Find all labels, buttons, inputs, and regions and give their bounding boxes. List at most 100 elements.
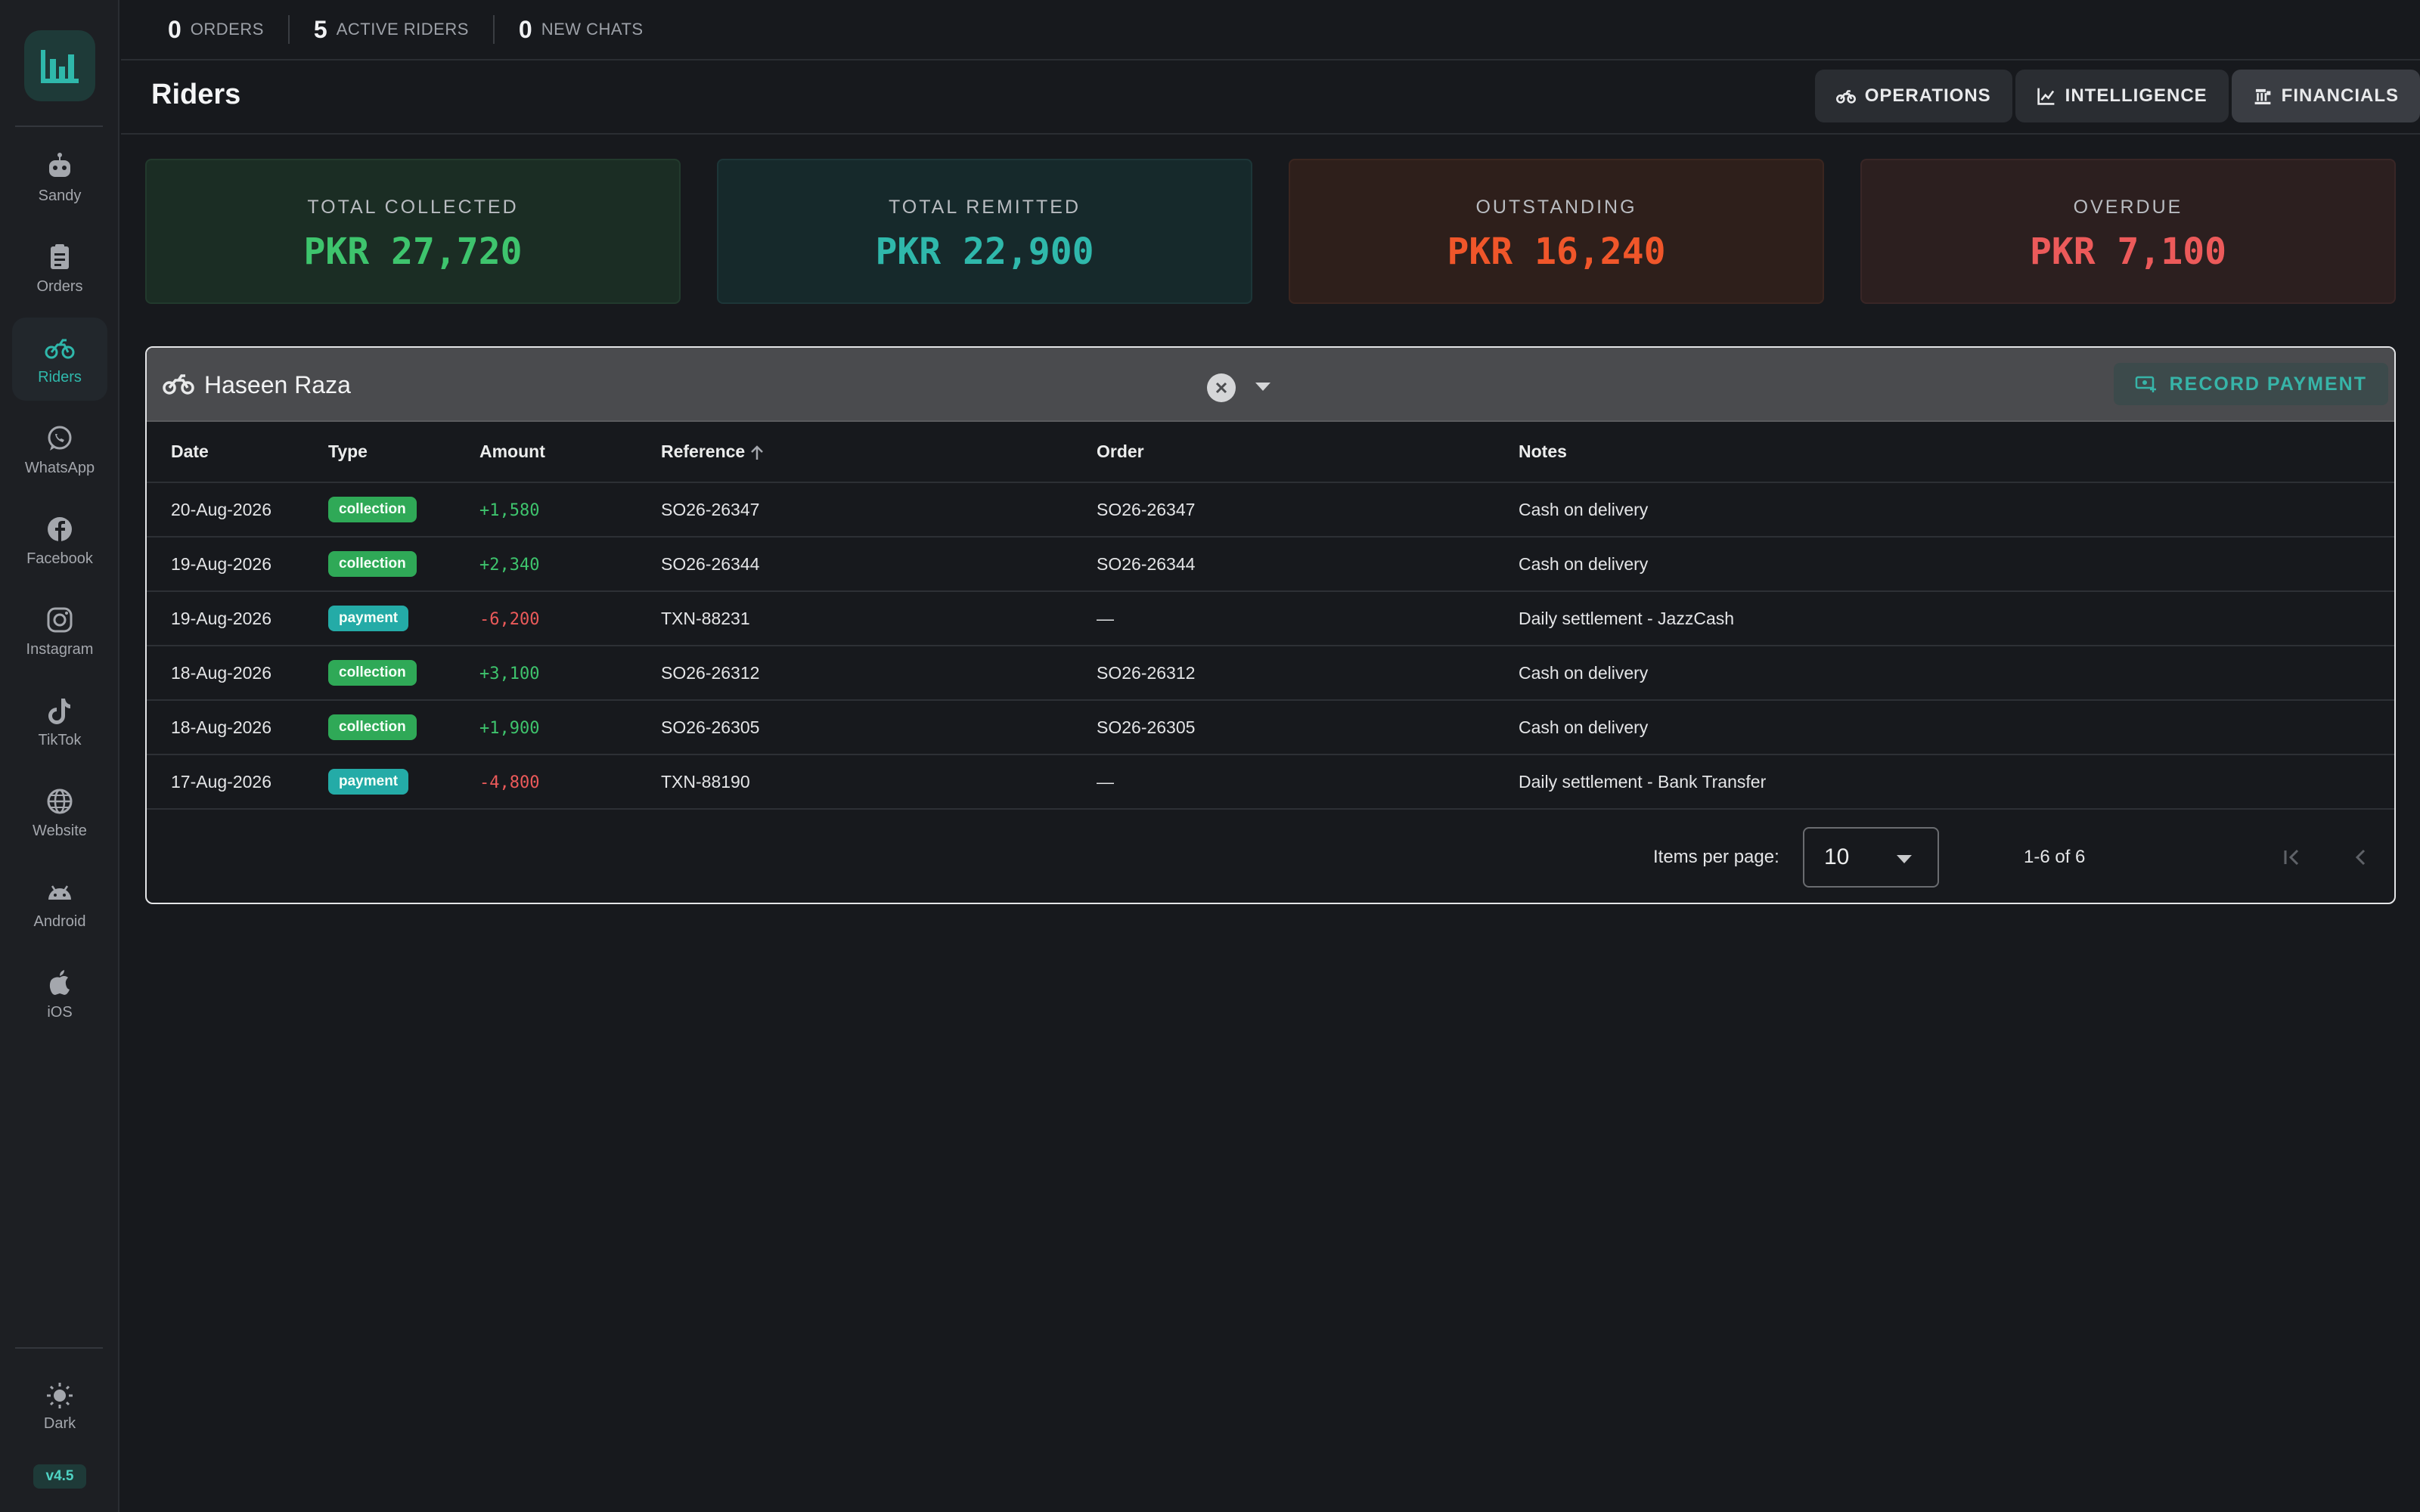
sidebar-item-label: WhatsApp xyxy=(24,459,95,476)
amount-value: -6,200 xyxy=(479,609,540,629)
sidebar-item-label: Website xyxy=(33,822,87,839)
table-row[interactable]: 18-Aug-2026 collection +1,900 SO26-26305… xyxy=(147,700,2394,755)
rider-search-input[interactable] xyxy=(204,367,1263,402)
motorbike-icon xyxy=(1835,90,1856,104)
table-row[interactable]: 19-Aug-2026 payment -6,200 TXN-88231 — D… xyxy=(147,591,2394,646)
cell-type: collection xyxy=(328,700,479,755)
table-row[interactable]: 20-Aug-2026 collection +1,580 SO26-26347… xyxy=(147,482,2394,538)
sidebar-item-sandy[interactable]: Sandy xyxy=(12,136,107,219)
rider-dropdown-toggle[interactable] xyxy=(1255,383,1270,391)
cell-amount: -6,200 xyxy=(479,591,661,646)
cell-type: payment xyxy=(328,591,479,646)
cell-type: payment xyxy=(328,754,479,810)
table-row[interactable]: 18-Aug-2026 collection +3,100 SO26-26312… xyxy=(147,646,2394,701)
tab-operations[interactable]: OPERATIONS xyxy=(1814,70,2012,122)
version-badge: v4.5 xyxy=(33,1464,86,1489)
summary-card-total-collected: TOTAL COLLECTED PKR 27,720 xyxy=(145,159,681,304)
sidebar-item-label: Facebook xyxy=(26,550,93,567)
cell-order: SO26-26305 xyxy=(1097,700,1519,755)
theme-toggle[interactable]: Dark xyxy=(12,1372,107,1440)
column-header-label: Reference xyxy=(661,442,746,461)
sidebar-item-riders[interactable]: Riders xyxy=(12,318,107,401)
record-payment-button[interactable]: RECORD PAYMENT xyxy=(2113,363,2388,405)
sidebar-item-label: iOS xyxy=(47,1003,73,1021)
column-header-notes[interactable]: Notes xyxy=(1519,422,2394,483)
table-header-row: Date Type Amount Reference Order Notes xyxy=(147,422,2394,483)
previous-page-button[interactable] xyxy=(2343,839,2379,875)
table-paginator: Items per page: 10 1-6 of 6 xyxy=(147,810,2394,903)
table-row[interactable]: 19-Aug-2026 collection +2,340 SO26-26344… xyxy=(147,537,2394,592)
stat-value: 5 xyxy=(313,15,327,43)
sidebar-item-ios[interactable]: iOS xyxy=(12,953,107,1036)
sidebar-item-orders[interactable]: Orders xyxy=(12,227,107,310)
stat-value: 0 xyxy=(518,15,532,43)
record-payment-label: RECORD PAYMENT xyxy=(2169,373,2367,395)
sidebar-item-facebook[interactable]: Facebook xyxy=(12,499,107,582)
type-badge: payment xyxy=(328,769,409,795)
first-page-icon xyxy=(2284,849,2299,866)
rider-selector: RECORD PAYMENT xyxy=(147,348,2394,422)
app-logo[interactable] xyxy=(24,30,95,101)
tab-label: INTELLIGENCE xyxy=(2065,85,2207,106)
ledger-table: Date Type Amount Reference Order Notes 2… xyxy=(147,422,2394,810)
cell-order: — xyxy=(1097,754,1519,810)
line-chart-icon xyxy=(2037,88,2055,105)
tab-label: FINANCIALS xyxy=(2281,85,2399,106)
bar-chart-icon xyxy=(41,50,79,83)
cell-date: 19-Aug-2026 xyxy=(147,591,328,646)
chevron-left-icon xyxy=(2355,849,2366,866)
summary-card-outstanding: OUTSTANDING PKR 16,240 xyxy=(1289,159,1824,304)
type-badge: collection xyxy=(328,660,417,686)
sidebar-item-android[interactable]: Android xyxy=(12,862,107,945)
sidebar-item-label: TikTok xyxy=(38,731,82,748)
column-header-type[interactable]: Type xyxy=(328,422,479,483)
card-value: PKR 22,900 xyxy=(875,231,1094,273)
facebook-icon xyxy=(48,516,72,541)
apple-icon xyxy=(49,969,70,995)
cell-amount: +1,900 xyxy=(479,700,661,755)
sidebar-item-whatsapp[interactable]: WhatsApp xyxy=(12,408,107,491)
type-badge: collection xyxy=(328,551,417,577)
items-per-page-select[interactable]: 10 xyxy=(1803,827,1939,888)
type-badge: collection xyxy=(328,714,417,740)
cell-reference: SO26-26344 xyxy=(661,537,1097,592)
column-header-order[interactable]: Order xyxy=(1097,422,1519,483)
tab-intelligence[interactable]: INTELLIGENCE xyxy=(2015,70,2229,122)
sidebar-item-label: Instagram xyxy=(26,640,94,658)
sidebar-item-tiktok[interactable]: TikTok xyxy=(12,680,107,764)
cell-reference: TXN-88190 xyxy=(661,754,1097,810)
sidebar-item-label: Android xyxy=(33,912,86,930)
bank-icon xyxy=(2254,88,2271,105)
cell-reference: SO26-26347 xyxy=(661,482,1097,538)
card-title: TOTAL REMITTED xyxy=(888,197,1081,218)
type-badge: payment xyxy=(328,606,409,631)
card-title: OUTSTANDING xyxy=(1475,197,1637,218)
card-value: PKR 16,240 xyxy=(1447,231,1666,273)
stat-value: 0 xyxy=(168,15,182,43)
clear-rider-button[interactable] xyxy=(1207,373,1236,402)
stat-label: ORDERS xyxy=(190,20,264,39)
summary-card-total-remitted: TOTAL REMITTED PKR 22,900 xyxy=(717,159,1252,304)
card-title: OVERDUE xyxy=(2073,197,2183,218)
sort-ascending-icon xyxy=(751,445,764,460)
tab-financials[interactable]: FINANCIALS xyxy=(2231,70,2420,122)
tab-label: OPERATIONS xyxy=(1864,85,1991,106)
cell-reference: SO26-26305 xyxy=(661,700,1097,755)
cell-order: SO26-26344 xyxy=(1097,537,1519,592)
cell-amount: +1,580 xyxy=(479,482,661,538)
motorbike-icon xyxy=(45,339,75,358)
first-page-button[interactable] xyxy=(2273,839,2310,875)
stat-orders: 0 ORDERS xyxy=(168,15,290,44)
column-header-date[interactable]: Date xyxy=(147,422,328,483)
table-row[interactable]: 17-Aug-2026 payment -4,800 TXN-88190 — D… xyxy=(147,754,2394,810)
section-tabs: OPERATIONS INTELLIGENCE FINANCIALS xyxy=(1814,70,2420,122)
cell-notes: Cash on delivery xyxy=(1519,482,2394,538)
instagram-icon xyxy=(47,607,73,632)
sidebar-item-label: Sandy xyxy=(38,187,82,204)
sidebar-item-website[interactable]: Website xyxy=(12,771,107,854)
column-header-reference[interactable]: Reference xyxy=(661,422,1097,483)
sidebar-item-instagram[interactable]: Instagram xyxy=(12,590,107,673)
column-header-amount[interactable]: Amount xyxy=(479,422,661,483)
card-value: PKR 7,100 xyxy=(2029,231,2227,273)
robot-icon xyxy=(49,152,70,177)
